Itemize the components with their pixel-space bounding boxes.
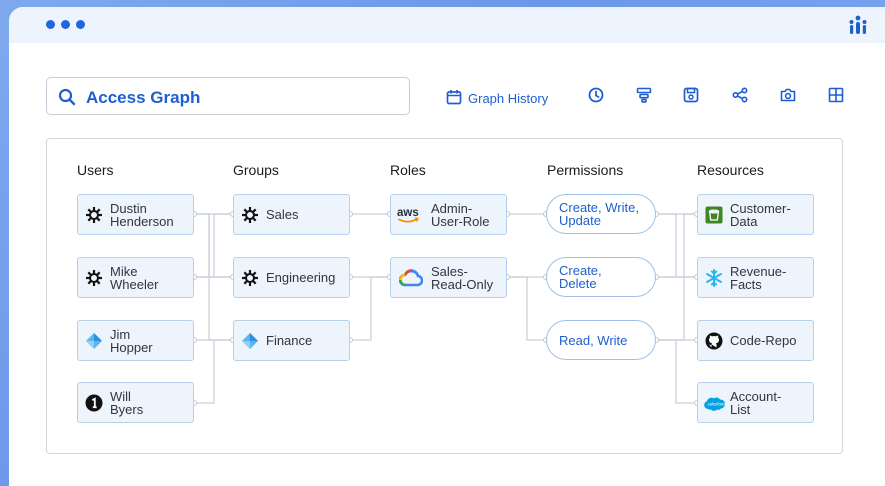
permission-node-create-delete[interactable]: Create, Delete bbox=[546, 257, 656, 297]
role-node-admin-user-role[interactable]: aws Admin- User-Role bbox=[390, 194, 507, 235]
role-name-line1: Sales- bbox=[431, 263, 468, 279]
svg-text:aws: aws bbox=[397, 207, 419, 219]
permission-line2: Update bbox=[559, 213, 601, 228]
user-name-line2: Henderson bbox=[110, 213, 174, 229]
resource-node-revenue-facts[interactable]: Revenue- Facts bbox=[697, 257, 814, 298]
user-name-line2: Wheeler bbox=[110, 276, 159, 292]
google-cloud-icon bbox=[399, 269, 423, 287]
resource-name-line1: Customer- bbox=[730, 200, 791, 216]
resource-name-line1: Revenue- bbox=[730, 263, 787, 279]
bucket-icon bbox=[705, 206, 723, 224]
user-node-will-byers[interactable]: Will Byers bbox=[77, 382, 194, 423]
resource-name-line1: Account- bbox=[730, 388, 782, 404]
user-name-line2: Byers bbox=[110, 401, 144, 417]
resource-node-customer-data[interactable]: Customer- Data bbox=[697, 194, 814, 235]
role-name-line2: Read-Only bbox=[431, 276, 494, 292]
azure-icon bbox=[86, 333, 102, 349]
user-node-mike-wheeler[interactable]: Mike Wheeler bbox=[77, 257, 194, 298]
resource-name-line2: Data bbox=[730, 213, 758, 229]
okta-icon bbox=[242, 270, 258, 286]
resource-name-line2: List bbox=[730, 401, 751, 417]
user-name-line1: Dustin bbox=[110, 200, 147, 216]
role-node-sales-read-only[interactable]: Sales- Read-Only bbox=[390, 257, 507, 298]
svg-text:salesforce: salesforce bbox=[708, 402, 726, 407]
group-label: Finance bbox=[266, 333, 313, 348]
role-name-line2: User-Role bbox=[431, 213, 490, 229]
user-name-line1: Will bbox=[110, 388, 131, 404]
onelogin-icon bbox=[85, 394, 103, 412]
user-name-line1: Mike bbox=[110, 263, 138, 279]
user-node-jim-hopper[interactable]: Jim Hopper bbox=[77, 320, 194, 361]
column-header-resources: Resources bbox=[697, 162, 764, 178]
resource-node-code-repo[interactable]: Code-Repo bbox=[697, 320, 814, 361]
group-node-sales[interactable]: Sales bbox=[233, 194, 350, 235]
group-node-finance[interactable]: Finance bbox=[233, 320, 350, 361]
resource-name-line2: Facts bbox=[730, 276, 762, 292]
snowflake-icon bbox=[706, 269, 722, 287]
resource-node-account-list[interactable]: salesforce Account- List bbox=[697, 382, 814, 423]
group-node-engineering[interactable]: Engineering bbox=[233, 257, 350, 298]
okta-icon bbox=[242, 207, 258, 223]
app-window: Access Graph Graph History Users Groups … bbox=[9, 7, 885, 486]
permission-node-read-write[interactable]: Read, Write bbox=[546, 320, 656, 360]
group-label: Engineering bbox=[266, 270, 336, 285]
okta-icon bbox=[86, 207, 102, 223]
column-header-roles: Roles bbox=[390, 162, 426, 178]
okta-icon bbox=[86, 270, 102, 286]
user-name-line2: Hopper bbox=[110, 339, 153, 355]
salesforce-icon: salesforce bbox=[704, 397, 726, 411]
github-icon bbox=[705, 332, 723, 350]
column-header-permissions: Permissions bbox=[547, 162, 624, 178]
azure-icon bbox=[242, 333, 258, 349]
column-header-groups: Groups bbox=[233, 162, 279, 178]
permission-node-create-write-update[interactable]: Create, Write, Update bbox=[546, 194, 656, 234]
user-node-dustin-henderson[interactable]: Dustin Henderson bbox=[77, 194, 194, 235]
user-name-line1: Jim bbox=[110, 326, 131, 342]
column-header-users: Users bbox=[77, 162, 114, 178]
group-label: Sales bbox=[266, 207, 299, 222]
aws-icon: aws bbox=[397, 207, 420, 223]
role-name-line1: Admin- bbox=[431, 200, 473, 216]
permission-line1: Read, Write bbox=[559, 332, 628, 348]
resource-name-line1: Code-Repo bbox=[730, 333, 797, 348]
permission-line2: Delete bbox=[559, 276, 597, 291]
